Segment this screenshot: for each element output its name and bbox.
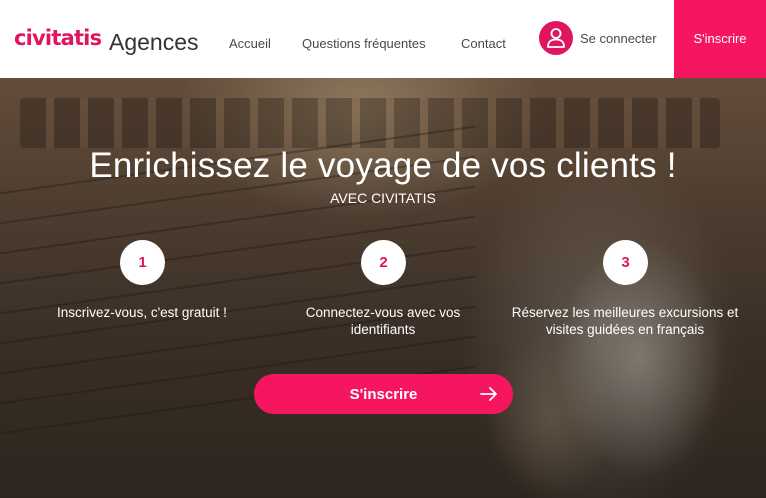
step-2-badge: 2: [361, 240, 406, 285]
site-header: civitatis Agences Accueil Questions fréq…: [0, 0, 766, 78]
hero-signup-label: S'inscrire: [349, 385, 418, 403]
step-3-text: Réservez les meilleures excursions et vi…: [511, 305, 739, 337]
nav-link-home[interactable]: Accueil: [229, 36, 271, 51]
hero-subtitle: AVEC CIVITATIS: [330, 190, 436, 206]
user-icon: [547, 28, 565, 48]
civitatis-logo[interactable]: civitatis: [14, 26, 102, 50]
step-1-text: Inscrivez-vous, c'est gratuit !: [57, 305, 227, 320]
hero-title: Enrichissez le voyage de vos clients !: [89, 146, 677, 185]
nav-link-contact[interactable]: Contact: [461, 36, 506, 51]
arrow-right-icon: [480, 387, 497, 401]
hero-overlay: [0, 78, 766, 498]
login-link[interactable]: Se connecter: [580, 31, 657, 46]
hero-section: Enrichissez le voyage de vos clients ! A…: [0, 78, 766, 498]
step-2-text: Connectez-vous avec vos identifiants: [305, 305, 461, 337]
header-signup-button[interactable]: S'inscrire: [674, 0, 766, 78]
login-avatar-button[interactable]: [539, 21, 573, 55]
hero-signup-button[interactable]: S'inscrire: [254, 374, 513, 414]
nav-link-faq[interactable]: Questions fréquentes: [302, 36, 426, 51]
step-1-badge: 1: [120, 240, 165, 285]
step-3-badge: 3: [603, 240, 648, 285]
logo-subtitle[interactable]: Agences: [109, 29, 199, 56]
